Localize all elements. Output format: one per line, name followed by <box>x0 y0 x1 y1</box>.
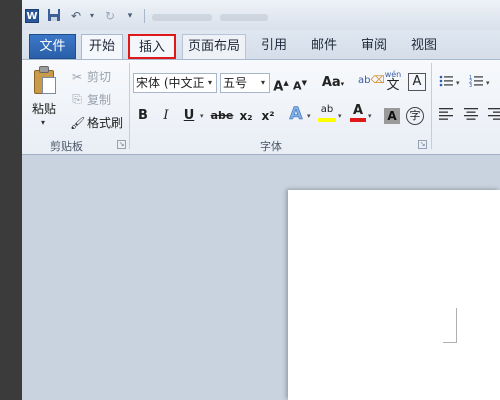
align-center-button[interactable] <box>463 108 479 126</box>
copy-label: 复制 <box>87 93 112 107</box>
format-painter-icon: 🖌 <box>70 115 86 130</box>
grow-font-button[interactable]: A▲ <box>273 74 289 94</box>
svg-text:3: 3 <box>469 83 472 88</box>
qat-separator <box>144 9 145 23</box>
font-name-dropdown-icon[interactable]: ▾ <box>204 74 216 92</box>
font-color-dropdown-icon[interactable]: ▾ <box>368 112 372 120</box>
ribbon-home: 粘贴 ▾ ✂ 剪切 ⎘ 复制 🖌 格式刷 剪贴板 ↘ 宋体 (中文正文 ▾ 五号… <box>22 59 500 155</box>
bold-button[interactable]: B <box>135 107 151 125</box>
highlight-dropdown-icon[interactable]: ▾ <box>338 112 342 120</box>
ribbon-tab-bar: 文件 开始 插入 页面布局 引用 邮件 审阅 视图 <box>22 30 500 60</box>
blurred-title <box>152 14 212 21</box>
font-size-value: 五号 <box>223 76 248 90</box>
tab-references[interactable]: 引用 <box>252 34 296 59</box>
italic-button[interactable]: I <box>158 107 174 125</box>
font-size-dropdown-icon[interactable]: ▾ <box>257 74 269 92</box>
customize-qat-icon[interactable]: ▾ <box>122 8 138 24</box>
redo-icon[interactable]: ↻ <box>102 8 118 24</box>
font-color-button[interactable]: A <box>350 104 366 122</box>
subscript-button[interactable]: x₂ <box>237 107 255 125</box>
align-right-button[interactable] <box>488 108 500 126</box>
underline-button[interactable]: U <box>181 107 197 125</box>
cut-label: 剪切 <box>87 70 112 84</box>
phonetic-guide-button[interactable]: wén 文 <box>382 69 404 95</box>
clear-formatting-button[interactable]: ab⌫ <box>358 72 385 90</box>
phonetic-char: 文 <box>386 78 400 93</box>
bullets-button[interactable] <box>438 74 454 92</box>
group-separator <box>431 63 432 149</box>
tab-review[interactable]: 审阅 <box>352 34 396 59</box>
tab-view[interactable]: 视图 <box>402 34 446 59</box>
text-effects-dropdown-icon[interactable]: ▾ <box>307 112 311 120</box>
word-app-icon[interactable]: W <box>25 9 39 23</box>
word-window: W ↶ ▾ ↻ ▾ 文件 开始 插入 页面布局 引用 邮件 审阅 视图 粘贴 ▾… <box>22 0 500 400</box>
group-separator <box>129 63 130 149</box>
clipboard-group-label: 剪贴板 <box>50 140 83 153</box>
cut-button[interactable]: ✂ 剪切 <box>70 68 111 85</box>
character-shading-button[interactable]: A <box>384 108 400 124</box>
page-margin-marker <box>443 308 457 343</box>
blurred-title <box>220 14 268 21</box>
numbering-dropdown-icon[interactable]: ▾ <box>486 79 490 87</box>
title-bar: W ↶ ▾ ↻ ▾ <box>22 0 500 30</box>
undo-icon[interactable]: ↶ <box>68 8 84 24</box>
highlight-color-bar <box>318 118 336 122</box>
paste-icon[interactable] <box>32 66 58 96</box>
font-color-bar <box>350 118 366 122</box>
paste-dropdown-icon[interactable]: ▾ <box>41 118 45 127</box>
strikethrough-button[interactable]: abe <box>210 107 234 125</box>
numbering-button[interactable]: 123 <box>468 74 484 92</box>
enclose-characters-button[interactable]: 字 <box>406 107 424 125</box>
paste-button[interactable]: 粘贴 <box>32 100 56 117</box>
shrink-font-button[interactable]: A▼ <box>292 74 308 93</box>
font-name-combo[interactable]: 宋体 (中文正文 ▾ <box>133 73 217 93</box>
superscript-button[interactable]: x² <box>259 107 277 125</box>
text-effects-button[interactable]: A <box>287 105 305 124</box>
tab-insert[interactable]: 插入 <box>128 34 176 59</box>
font-launcher-icon[interactable]: ↘ <box>418 140 427 149</box>
highlight-button[interactable]: ab <box>318 104 336 122</box>
tab-mailings[interactable]: 邮件 <box>302 34 346 59</box>
font-group-label: 字体 <box>260 140 282 153</box>
tab-file[interactable]: 文件 <box>29 34 76 59</box>
clipboard-launcher-icon[interactable]: ↘ <box>117 140 126 149</box>
format-painter-label: 格式刷 <box>87 116 124 130</box>
copy-icon: ⎘ <box>72 92 82 106</box>
save-icon[interactable] <box>46 8 62 24</box>
character-border-button[interactable]: A <box>408 73 426 91</box>
font-size-combo[interactable]: 五号 ▾ <box>220 73 270 93</box>
scissors-icon: ✂ <box>71 69 83 84</box>
undo-dropdown-icon[interactable]: ▾ <box>84 8 100 24</box>
left-screen-edge <box>0 0 22 400</box>
tab-page-layout[interactable]: 页面布局 <box>182 34 246 59</box>
tab-home[interactable]: 开始 <box>81 34 123 60</box>
format-painter-button[interactable]: 🖌 格式刷 <box>70 114 123 131</box>
align-left-button[interactable] <box>438 108 454 126</box>
copy-button[interactable]: ⎘ 复制 <box>70 91 111 108</box>
underline-dropdown-icon[interactable]: ▾ <box>200 112 204 120</box>
document-page[interactable] <box>288 190 500 400</box>
bullets-dropdown-icon[interactable]: ▾ <box>456 79 460 87</box>
change-case-button[interactable]: Aa▾ <box>320 74 346 92</box>
